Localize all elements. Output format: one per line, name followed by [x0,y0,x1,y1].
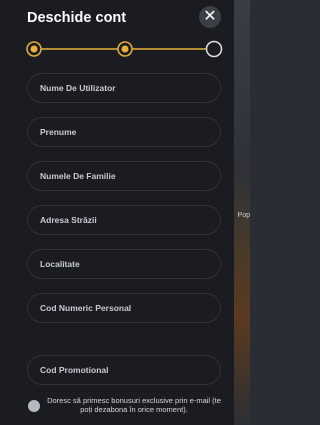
personal-id-field[interactable]: Cod Numeric Personal [27,293,221,323]
city-label: Localitate [40,259,80,269]
username-field[interactable]: Nume De Utilizator [27,73,221,103]
first-name-field[interactable]: Prenume [27,117,221,147]
step-2-dot [121,45,129,53]
street-address-label: Adresa Străzii [40,215,97,225]
step-1-dot [30,45,38,53]
background-page: Pop [234,0,250,425]
first-name-label: Prenume [40,127,77,137]
progress-stepper [26,40,223,58]
promo-code-label: Cod Promotional [40,365,109,375]
last-name-field[interactable]: Numele De Familie [27,161,221,191]
consent-text: Doresc să primesc bonusuri exclusive pri… [47,396,221,414]
username-label: Nume De Utilizator [40,83,116,93]
promo-code-field[interactable]: Cod Promotional [27,355,221,385]
consent-radio[interactable] [28,400,40,412]
background-text: Pop [237,212,250,219]
register-modal: Deschide cont ✕ Nume De Utilizator Prenu… [0,0,234,425]
personal-id-label: Cod Numeric Personal [40,303,132,313]
city-field[interactable]: Localitate [27,249,221,279]
street-address-field[interactable]: Adresa Străzii [27,205,221,235]
step-3-indicator [205,40,223,58]
last-name-label: Numele De Familie [40,171,116,181]
